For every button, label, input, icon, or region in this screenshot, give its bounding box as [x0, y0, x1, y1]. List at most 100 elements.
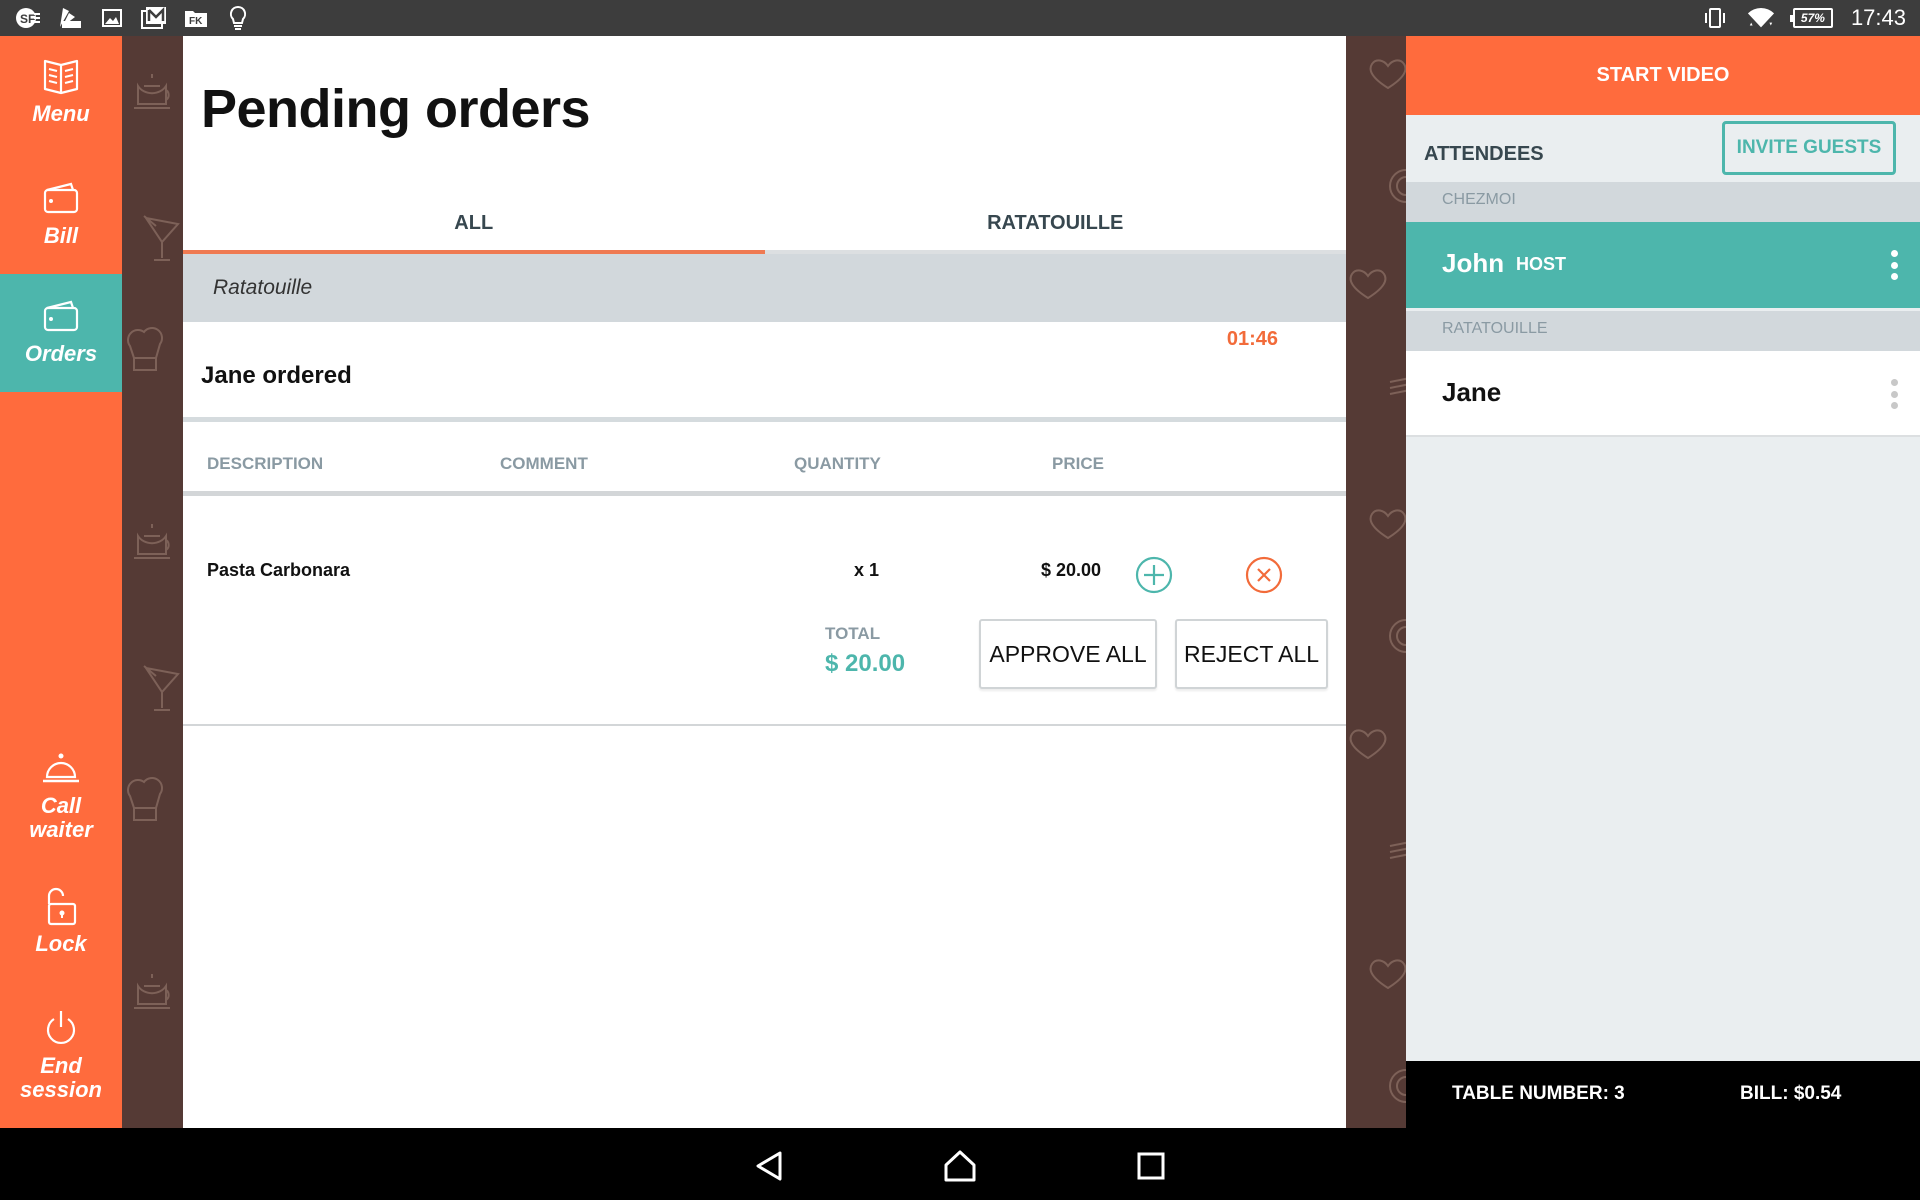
- sidebar-item-label: Lock: [35, 931, 87, 956]
- unlock-icon: [41, 886, 81, 926]
- total-value: $ 20.00: [825, 650, 906, 677]
- reject-item-button[interactable]: [1245, 556, 1283, 594]
- heart-icon: [1369, 509, 1406, 540]
- chef-hat-icon: [127, 327, 163, 371]
- column-description: DESCRIPTION: [207, 454, 324, 473]
- clock: 17:43: [1850, 5, 1906, 30]
- order-total: TOTAL $ 20.00: [825, 624, 905, 678]
- more-options-icon[interactable]: [1888, 250, 1900, 280]
- approve-all-button[interactable]: APPROVE ALL: [979, 619, 1157, 689]
- host-badge: HOST: [1516, 254, 1567, 274]
- start-video-button[interactable]: START VIDEO: [1406, 36, 1920, 115]
- svg-text:SF: SF: [20, 12, 35, 26]
- heart-icon: [1369, 959, 1406, 990]
- service-bell-icon: [41, 748, 81, 788]
- fk-folder-icon: FK: [182, 4, 210, 32]
- more-options-icon[interactable]: [1888, 379, 1900, 409]
- add-item-button[interactable]: [1135, 556, 1173, 594]
- tab-all[interactable]: ALL: [183, 204, 765, 254]
- teapot-icon: [134, 74, 170, 109]
- close-circle-icon: [1245, 556, 1283, 594]
- power-icon: [41, 1008, 81, 1048]
- decorative-pattern-right: [1346, 36, 1406, 1128]
- teapot-icon: [134, 524, 170, 559]
- table-row: Pasta Carbonara x 1 $ 20.00: [183, 496, 1346, 596]
- sidebar-item-orders[interactable]: Orders: [0, 274, 122, 392]
- sidebar-item-label: Orders: [24, 341, 98, 366]
- table-info-bar: TABLE NUMBER: 3 BILL: $0.54: [1406, 1061, 1920, 1128]
- cocktail-icon: [143, 215, 180, 261]
- sf-app-icon: SF: [14, 4, 42, 32]
- recents-icon: [1137, 1152, 1165, 1180]
- status-bar: SF FK 57% 17:43: [0, 0, 1920, 36]
- sidebar-item-label: End session: [20, 1053, 102, 1102]
- invite-guests-button[interactable]: INVITE GUESTS: [1722, 121, 1896, 175]
- cocktail-icon: [143, 665, 180, 711]
- cake-icon: [1389, 377, 1406, 395]
- back-button[interactable]: [749, 1146, 789, 1186]
- section-ratatouille: RATATOUILLE: [1406, 311, 1920, 351]
- page-title: Pending orders: [201, 79, 591, 139]
- sidebar-item-bill[interactable]: Bill: [0, 178, 122, 278]
- section-label: RATATOUILLE: [1442, 320, 1548, 337]
- sidebar-item-end-session[interactable]: End session: [0, 1008, 122, 1118]
- system-nav-bar: [0, 1128, 1920, 1200]
- pending-orders-panel: Pending orders ALL RATATOUILLE Ratatouil…: [183, 36, 1346, 1128]
- item-description: Pasta Carbonara: [207, 560, 351, 580]
- divider: [183, 724, 1346, 726]
- wifi-icon: [1747, 4, 1775, 32]
- attendee-john[interactable]: John HOST: [1406, 222, 1920, 308]
- attendee-name: John: [1442, 248, 1505, 278]
- chef-hat-icon: [127, 777, 163, 821]
- cake-icon: [1389, 841, 1406, 859]
- sidebar-item-label: Bill: [43, 223, 79, 248]
- attendees-title: ATTENDEES: [1424, 143, 1544, 165]
- order-timer: 01:46: [1226, 328, 1278, 350]
- item-price: $ 20.00: [1041, 560, 1102, 580]
- group-header: Ratatouille: [183, 254, 1346, 322]
- swirl-icon: [1389, 619, 1406, 653]
- attendee-jane[interactable]: Jane: [1406, 351, 1920, 437]
- tab-bar: ALL RATATOUILLE: [183, 204, 1346, 254]
- reject-all-button[interactable]: REJECT ALL: [1175, 619, 1328, 689]
- recents-button[interactable]: [1131, 1146, 1171, 1186]
- back-icon: [756, 1151, 782, 1181]
- section-chezmoi: CHEZMOI: [1406, 182, 1920, 222]
- total-label: TOTAL: [825, 624, 881, 643]
- battery-icon: 57%: [1789, 8, 1833, 28]
- gmail-icon: [140, 4, 168, 32]
- sidebar-item-call-waiter[interactable]: Call waiter: [0, 748, 122, 848]
- menu-book-icon: [41, 56, 81, 96]
- sidebar-item-label: Menu: [32, 101, 90, 126]
- column-comment: COMMENT: [500, 454, 588, 473]
- table-header: DESCRIPTION COMMENT QUANTITY PRICE: [183, 422, 1346, 496]
- item-quantity: x 1: [854, 560, 880, 580]
- heart-icon: [1349, 729, 1387, 760]
- teapot-icon: [134, 974, 170, 1009]
- column-price: PRICE: [1052, 454, 1104, 473]
- svg-text:FK: FK: [189, 16, 203, 27]
- column-quantity: QUANTITY: [794, 454, 881, 473]
- tab-ratatouille[interactable]: RATATOUILLE: [765, 204, 1347, 250]
- table-number: TABLE NUMBER: 3: [1452, 1083, 1625, 1104]
- swatch-icon: [56, 4, 84, 32]
- swirl-icon: [1389, 169, 1406, 203]
- sidebar-item-menu[interactable]: Menu: [0, 56, 122, 156]
- home-icon: [944, 1150, 976, 1182]
- wallet-icon: [41, 178, 81, 218]
- sidebar-item-lock[interactable]: Lock: [0, 886, 122, 986]
- plus-circle-icon: [1135, 556, 1173, 594]
- attendees-header: ATTENDEES INVITE GUESTS: [1406, 115, 1920, 182]
- order-header: 01:46 Jane ordered: [183, 322, 1346, 422]
- image-icon: [98, 4, 126, 32]
- sidebar-item-label: Call waiter: [29, 793, 93, 842]
- ordered-by: Jane ordered: [201, 362, 352, 389]
- heart-icon: [1349, 269, 1387, 300]
- decorative-pattern-left: [122, 36, 183, 1128]
- battery-percent: 57%: [1800, 11, 1825, 25]
- home-button[interactable]: [940, 1146, 980, 1186]
- bill-amount: BILL: $0.54: [1740, 1083, 1842, 1104]
- attendees-panel: START VIDEO ATTENDEES INVITE GUESTS CHEZ…: [1406, 36, 1920, 1128]
- swirl-icon: [1389, 1069, 1406, 1103]
- lightbulb-icon: [224, 4, 252, 32]
